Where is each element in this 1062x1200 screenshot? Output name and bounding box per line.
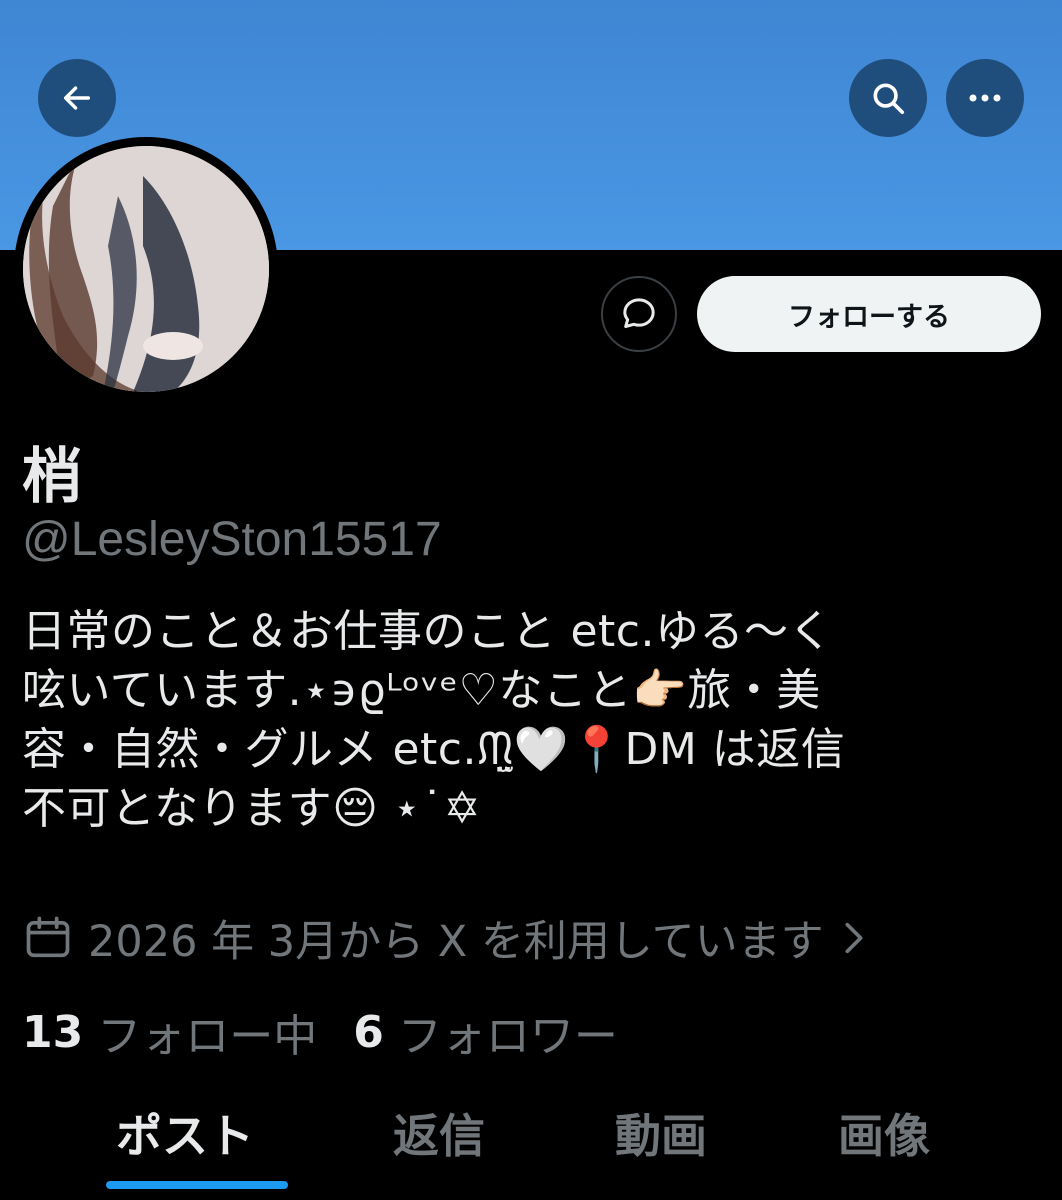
followers-label[interactable]: フォロワー [398, 1000, 618, 1064]
avatar-image [23, 146, 269, 392]
bio: 日常のこと＆お仕事のこと etc.ゆる〜く 呟いています.⋆϶ϱᴸᵒᵛᵉ♡なこと… [22, 602, 1032, 838]
user-handle: @LesleySton15517 [22, 513, 442, 566]
joined-date[interactable]: 2026 年 3月から X を利用しています [22, 908, 870, 968]
ellipsis-icon [969, 94, 1001, 102]
follow-stats: 13 フォロー中 6 フォロワー [22, 1000, 654, 1064]
more-button[interactable] [946, 59, 1024, 137]
bio-line: 日常のこと＆お仕事のこと etc.ゆる〜く [22, 606, 833, 657]
followers-count[interactable]: 6 [353, 1007, 384, 1058]
following-label[interactable]: フォロー中 [97, 1000, 317, 1064]
message-button[interactable] [601, 276, 677, 352]
avatar[interactable] [14, 137, 278, 401]
joined-text: 2026 年 3月から X を利用しています [88, 917, 824, 967]
arrow-left-icon [63, 86, 91, 110]
bio-line: 不可となります😔 ⋆˙✡ [22, 783, 481, 834]
chevron-right-icon [845, 922, 863, 954]
search-icon [873, 83, 905, 115]
bio-line: 呟いています.⋆϶ϱᴸᵒᵛᵉ♡なこと👉🏻旅・美 [22, 665, 821, 716]
tab-images[interactable]: 画像 [838, 1100, 930, 1166]
message-bubble-icon [623, 298, 655, 328]
following-count[interactable]: 13 [22, 1007, 83, 1058]
active-tab-indicator [106, 1181, 288, 1189]
follow-button[interactable]: フォローする [697, 276, 1041, 352]
search-button[interactable] [849, 59, 927, 137]
display-name: 梢 [22, 442, 82, 512]
calendar-icon [26, 916, 70, 958]
tab-replies[interactable]: 返信 [393, 1100, 485, 1166]
back-button[interactable] [38, 59, 116, 137]
tab-posts[interactable]: ポスト [116, 1100, 254, 1166]
tab-videos[interactable]: 動画 [615, 1100, 707, 1166]
bio-line: 容・自然・グルメ etc.ᙏ̤̫🤍📍DM は返信 [22, 724, 846, 775]
